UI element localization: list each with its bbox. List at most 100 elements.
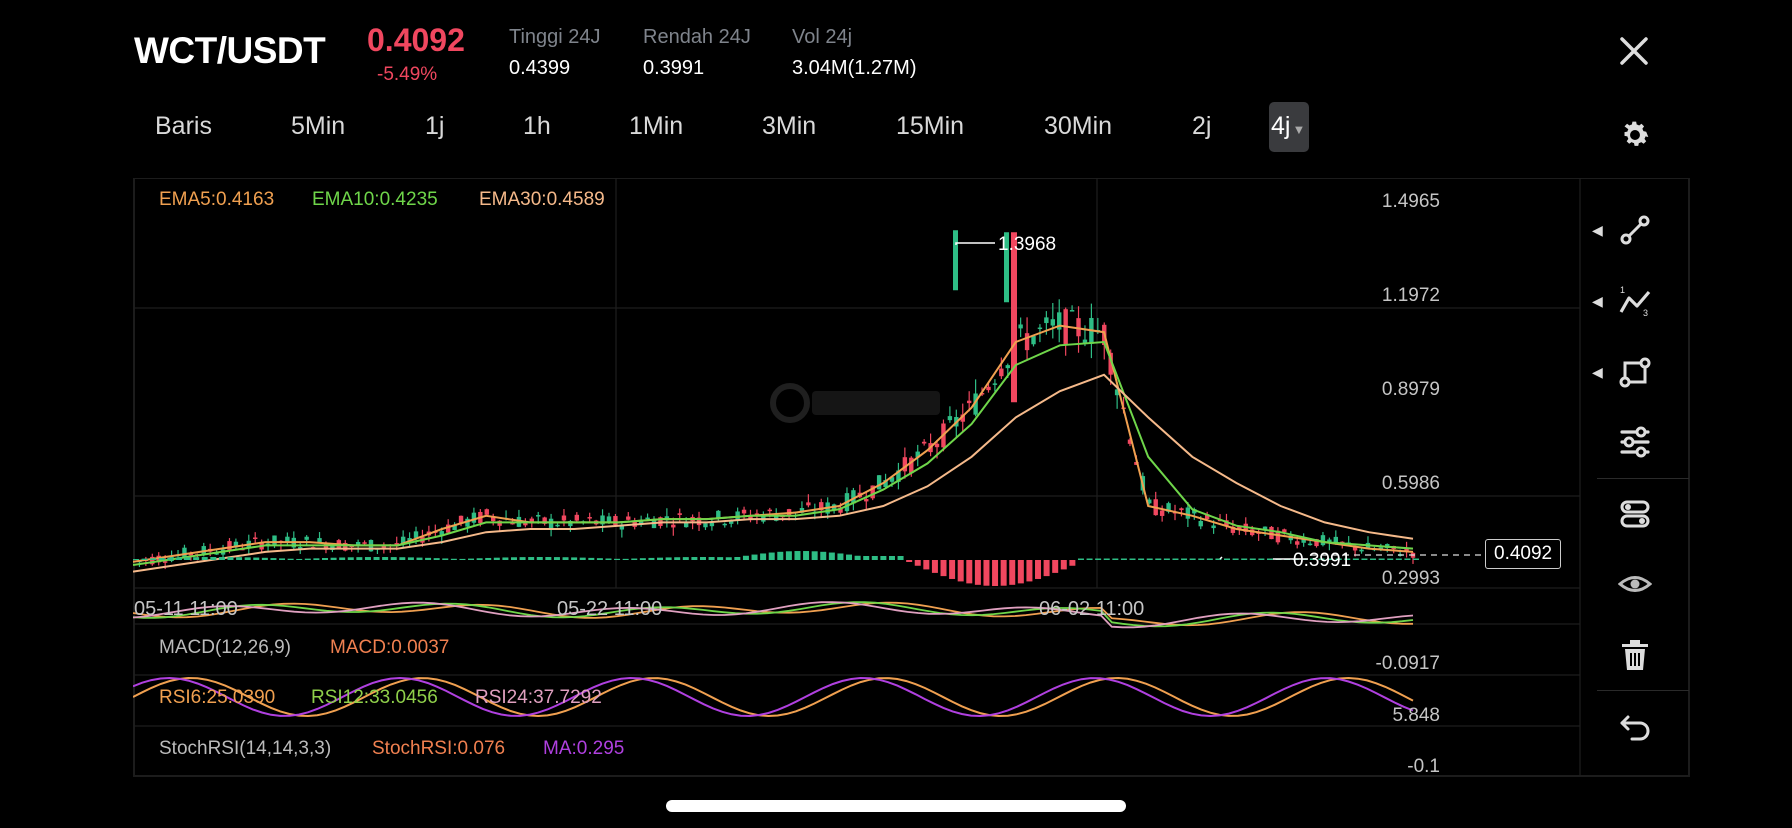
indicator-icon[interactable]: [1618, 497, 1652, 536]
eye-icon[interactable]: [1617, 567, 1653, 606]
date-label: 05-22 11:00: [557, 598, 663, 620]
macd-bar: [167, 557, 174, 560]
home-indicator[interactable]: [666, 800, 1126, 812]
candle-body: [561, 515, 567, 521]
macd-bar: [794, 551, 801, 560]
macd-bar: [1395, 558, 1402, 560]
candle-body: [613, 516, 618, 525]
candle-body: [1069, 310, 1075, 312]
macd-bar: [742, 555, 749, 560]
macd-bar: [1120, 558, 1127, 560]
tab-1j[interactable]: 1j: [425, 112, 444, 141]
macd-bar: [1086, 558, 1093, 560]
ema30-legend: EMA30:0.4589: [479, 189, 605, 210]
line-tool-icon[interactable]: [1618, 213, 1652, 252]
candle-body: [587, 517, 592, 519]
macd-bar: [1232, 558, 1239, 560]
rsi6-legend: RSI6:25.0390: [159, 687, 276, 708]
candle-body: [934, 443, 940, 448]
watermark-logo: [770, 383, 945, 423]
candle-body: [317, 538, 322, 543]
expand-caret-icon[interactable]: ◀: [1592, 222, 1603, 239]
macd-bar: [923, 560, 930, 570]
gear-icon[interactable]: [1618, 118, 1652, 157]
candle-body: [1359, 549, 1364, 552]
candle-body: [1159, 510, 1165, 516]
macd-bar: [648, 557, 655, 560]
tab-3min[interactable]: 3Min: [762, 112, 816, 141]
macd-bar: [579, 557, 586, 560]
macd-bar: [1172, 558, 1179, 560]
macd-bar: [1258, 558, 1265, 560]
trend-tool-icon[interactable]: 13: [1618, 284, 1652, 323]
date-label: 05-11 11:00: [134, 598, 238, 620]
macd-bar: [837, 553, 844, 560]
macd-bar: [1181, 558, 1188, 560]
candle-body: [1185, 507, 1191, 519]
macd-bar: [133, 559, 139, 560]
tab-30min[interactable]: 30Min: [1044, 112, 1112, 141]
trash-icon[interactable]: [1618, 638, 1652, 677]
svg-text:3: 3: [1643, 308, 1648, 318]
tab-4j[interactable]: 4j ▼: [1269, 102, 1309, 152]
macd-bar: [562, 557, 569, 560]
macd-bar: [1370, 558, 1377, 560]
candle-body: [413, 531, 419, 538]
tab-2j[interactable]: 2j: [1192, 112, 1211, 141]
candle-body: [626, 516, 631, 520]
macd-bar: [657, 557, 664, 560]
vol-24h-label: Vol 24j: [792, 26, 853, 48]
macd-bar: [940, 560, 947, 577]
candle-body: [864, 499, 869, 502]
candle-body: [1005, 365, 1010, 369]
macd-bar: [502, 557, 509, 560]
macd-bar: [158, 558, 165, 560]
macd-bar: [1000, 560, 1007, 586]
macd-bar: [1103, 558, 1110, 560]
macd-bar: [777, 551, 784, 560]
macd-bar: [1378, 558, 1385, 560]
macd-bar: [974, 560, 981, 585]
macd-bar: [871, 556, 878, 560]
shape-tool-icon[interactable]: [1618, 355, 1652, 394]
macd-bar: [1387, 558, 1394, 560]
macd-bar: [519, 557, 526, 560]
vol-24h-value: 3.04M(1.27M): [792, 57, 917, 79]
macd-bar: [914, 560, 921, 566]
expand-caret-icon[interactable]: ◀: [1592, 364, 1603, 381]
expand-caret-icon[interactable]: ◀: [1592, 293, 1603, 310]
ema10-line: [133, 340, 1414, 566]
macd-bar: [442, 558, 449, 560]
macd-bar: [468, 558, 475, 560]
tab-15min[interactable]: 15Min: [896, 112, 964, 141]
candle-body: [253, 537, 258, 540]
high-24h-label: Tinggi 24J: [509, 26, 601, 48]
macd-bar: [1095, 558, 1102, 560]
tab-1min[interactable]: 1Min: [629, 112, 683, 141]
svg-text:1: 1: [1620, 285, 1625, 295]
macd-bar: [330, 557, 337, 560]
tab-1h[interactable]: 1h: [523, 112, 551, 141]
macd-bar: [785, 551, 792, 560]
low-24h-label: Rendah 24J: [643, 26, 751, 48]
macd-bar: [382, 557, 389, 560]
macd-bar: [631, 558, 638, 560]
macd-bar: [236, 557, 243, 560]
macd-bar: [476, 558, 483, 560]
candle-body: [741, 509, 747, 514]
close-icon[interactable]: [1617, 34, 1651, 73]
macd-bar: [1146, 558, 1153, 560]
low-24h-value: 0.3991: [643, 57, 705, 79]
candle-body: [1044, 317, 1049, 324]
macd-bar: [175, 557, 182, 560]
macd-bar: [751, 554, 758, 560]
settings-sliders-icon[interactable]: [1618, 425, 1652, 464]
macd-bar: [347, 557, 354, 560]
macd-histogram: [133, 551, 1419, 586]
tab-baris[interactable]: Baris: [155, 112, 212, 141]
macd-bar: [1112, 558, 1119, 560]
macd-bar: [665, 557, 672, 560]
candle-body: [1024, 333, 1030, 351]
tab-5min[interactable]: 5Min: [291, 112, 345, 141]
undo-icon[interactable]: [1618, 709, 1652, 748]
